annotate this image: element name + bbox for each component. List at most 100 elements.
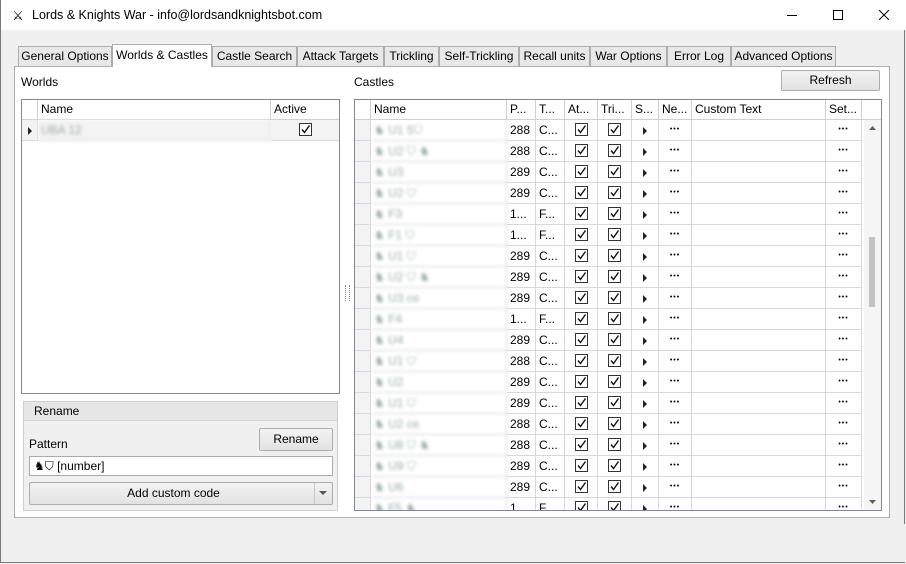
castle-settings-button[interactable]: ••• [826,246,862,267]
castle-trickling-checkbox[interactable] [598,183,632,204]
castle-ne-button[interactable]: ••• [659,393,692,414]
castle-custom-text-cell[interactable] [692,288,826,309]
castle-type-cell[interactable]: F... [536,204,565,225]
castle-points-cell[interactable]: 289 [507,393,536,414]
castle-s-cell[interactable] [632,414,659,435]
castle-custom-text-cell[interactable] [692,330,826,351]
castle-trickling-checkbox[interactable] [598,120,632,141]
title-bar[interactable]: ⚔ Lords & Knights War - info@lordsandkni… [1,0,906,30]
castle-type-cell[interactable]: C... [536,351,565,372]
tab-self-trickling[interactable]: Self-Trickling [439,46,519,66]
castle-custom-text-cell[interactable] [692,162,826,183]
rename-button[interactable]: Rename [259,428,333,451]
castle-attack-checkbox[interactable] [565,498,598,510]
castle-trickling-checkbox[interactable] [598,498,632,510]
castle-attack-checkbox[interactable] [565,120,598,141]
castle-row-selector[interactable] [355,309,371,330]
castle-trickling-checkbox[interactable] [598,372,632,393]
castle-ne-button[interactable]: ••• [659,225,692,246]
castle-type-cell[interactable]: C... [536,330,565,351]
castle-type-cell[interactable]: F... [536,498,565,510]
castle-settings-button[interactable]: ••• [826,141,862,162]
minimize-button[interactable] [769,0,815,30]
castle-custom-text-cell[interactable] [692,267,826,288]
castle-name-cell[interactable]: ♞ U1 ⛉ [371,246,507,267]
castle-points-cell[interactable]: 289 [507,162,536,183]
castle-ne-button[interactable]: ••• [659,309,692,330]
castle-type-cell[interactable]: C... [536,456,565,477]
maximize-button[interactable] [815,0,861,30]
castle-s-cell[interactable] [632,309,659,330]
castle-trickling-checkbox[interactable] [598,246,632,267]
castle-type-cell[interactable]: C... [536,393,565,414]
castle-attack-checkbox[interactable] [565,477,598,498]
castle-settings-button[interactable]: ••• [826,351,862,372]
add-custom-code-dropdown[interactable]: Add custom code [29,482,333,505]
castle-points-cell[interactable]: 289 [507,330,536,351]
castle-ne-button[interactable]: ••• [659,288,692,309]
castle-custom-text-cell[interactable] [692,456,826,477]
castle-ne-button[interactable]: ••• [659,330,692,351]
castle-row-selector[interactable] [355,330,371,351]
castle-trickling-checkbox[interactable] [598,225,632,246]
castle-points-cell[interactable]: 288 [507,435,536,456]
castle-attack-checkbox[interactable] [565,435,598,456]
castles-col-ne[interactable]: Ne... [659,100,692,120]
castle-custom-text-cell[interactable] [692,372,826,393]
castle-settings-button[interactable]: ••• [826,477,862,498]
castle-type-cell[interactable]: C... [536,435,565,456]
castle-settings-button[interactable]: ••• [826,309,862,330]
castle-trickling-checkbox[interactable] [598,351,632,372]
castle-settings-button[interactable]: ••• [826,435,862,456]
castle-name-cell[interactable]: ♞ U2 ce [371,414,507,435]
castle-attack-checkbox[interactable] [565,246,598,267]
castle-settings-button[interactable]: ••• [826,393,862,414]
castle-s-cell[interactable] [632,351,659,372]
castle-name-cell[interactable]: ♞ U1 5⛉ [371,120,507,141]
castle-s-cell[interactable] [632,141,659,162]
castle-custom-text-cell[interactable] [692,351,826,372]
castles-vertical-scrollbar[interactable] [864,120,881,510]
castle-name-cell[interactable]: ♞ U2 ⛉ ♞ [371,141,507,162]
castle-trickling-checkbox[interactable] [598,414,632,435]
castle-type-cell[interactable]: C... [536,120,565,141]
castle-attack-checkbox[interactable] [565,204,598,225]
castle-settings-button[interactable]: ••• [826,414,862,435]
scroll-thumb[interactable] [869,237,875,307]
castle-points-cell[interactable]: 1... [507,498,536,510]
castle-ne-button[interactable]: ••• [659,435,692,456]
castle-custom-text-cell[interactable] [692,225,826,246]
refresh-button[interactable]: Refresh [781,70,880,91]
castle-row-selector[interactable] [355,414,371,435]
castles-col-s[interactable]: S... [632,100,659,120]
castle-row-selector[interactable] [355,477,371,498]
castle-trickling-checkbox[interactable] [598,141,632,162]
castle-type-cell[interactable]: C... [536,477,565,498]
castle-ne-button[interactable]: ••• [659,267,692,288]
castle-points-cell[interactable]: 288 [507,351,536,372]
castle-trickling-checkbox[interactable] [598,456,632,477]
castle-points-cell[interactable]: 289 [507,246,536,267]
castle-name-cell[interactable]: ♞ U9 ⛉ [371,456,507,477]
castle-trickling-checkbox[interactable] [598,309,632,330]
tab-war-options[interactable]: War Options [590,46,667,66]
castle-custom-text-cell[interactable] [692,498,826,510]
castle-name-cell[interactable]: ♞ U6 [371,477,507,498]
castle-attack-checkbox[interactable] [565,330,598,351]
castle-type-cell[interactable]: C... [536,414,565,435]
castle-ne-button[interactable]: ••• [659,456,692,477]
castle-settings-button[interactable]: ••• [826,204,862,225]
castle-custom-text-cell[interactable] [692,141,826,162]
castle-row-selector[interactable] [355,246,371,267]
tab-castle-search[interactable]: Castle Search [212,46,297,66]
castle-row-selector[interactable] [355,183,371,204]
splitter-handle[interactable] [345,285,350,301]
castle-points-cell[interactable]: 289 [507,372,536,393]
castle-custom-text-cell[interactable] [692,477,826,498]
castle-ne-button[interactable]: ••• [659,351,692,372]
castle-ne-button[interactable]: ••• [659,246,692,267]
castle-custom-text-cell[interactable] [692,435,826,456]
tab-trickling[interactable]: Trickling [384,46,439,66]
castle-type-cell[interactable]: C... [536,267,565,288]
castle-ne-button[interactable]: ••• [659,120,692,141]
